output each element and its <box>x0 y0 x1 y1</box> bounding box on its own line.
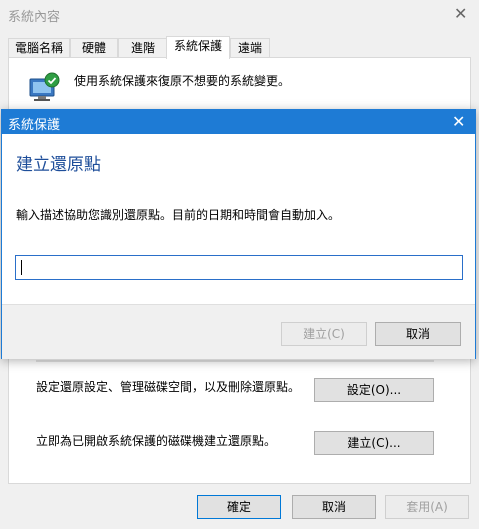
ok-button[interactable]: 確定 <box>197 495 281 519</box>
tab-remote[interactable]: 遠端 <box>230 38 270 58</box>
window-title: 系統內容 <box>8 10 61 25</box>
restore-point-description-input[interactable] <box>15 255 463 280</box>
dialog-titlebar: 系統保護 ✕ <box>2 110 475 134</box>
tab-hardware[interactable]: 硬體 <box>70 38 118 58</box>
dialog-heading: 建立還原點 <box>16 155 101 175</box>
dialog-close-icon[interactable]: ✕ <box>452 112 465 131</box>
create-description: 立即為已開啟系統保護的磁碟機建立還原點。 <box>36 434 277 448</box>
protection-intro-text: 使用系統保護來復原不想要的系統變更。 <box>74 74 291 88</box>
group-divider <box>36 360 434 362</box>
create-restore-point-dialog: 系統保護 ✕ 建立還原點 輸入描述協助您識別還原點。目前的日期和時間會自動加入。… <box>1 109 476 359</box>
tab-system-protection[interactable]: 系統保護 <box>166 36 230 59</box>
create-button[interactable]: 建立(C)... <box>314 431 434 455</box>
dialog-footer: 建立(C) 取消 <box>2 304 475 359</box>
dialog-description: 輸入描述協助您識別還原點。目前的日期和時間會自動加入。 <box>16 208 341 222</box>
tab-advanced[interactable]: 進階 <box>118 38 168 58</box>
configure-button[interactable]: 設定(O)... <box>314 378 434 402</box>
text-caret <box>21 260 22 275</box>
close-icon[interactable]: ✕ <box>454 4 467 23</box>
dialog-create-button[interactable]: 建立(C) <box>281 322 367 346</box>
dialog-cancel-button[interactable]: 取消 <box>375 322 461 346</box>
system-protection-icon <box>29 72 60 101</box>
tab-computer-name[interactable]: 電腦名稱 <box>8 38 70 58</box>
cancel-button[interactable]: 取消 <box>292 495 376 519</box>
configure-description: 設定還原設定、管理磁碟空間，以及刪除還原點。 <box>36 380 301 394</box>
apply-button[interactable]: 套用(A) <box>385 495 469 519</box>
dialog-title: 系統保護 <box>8 118 61 133</box>
